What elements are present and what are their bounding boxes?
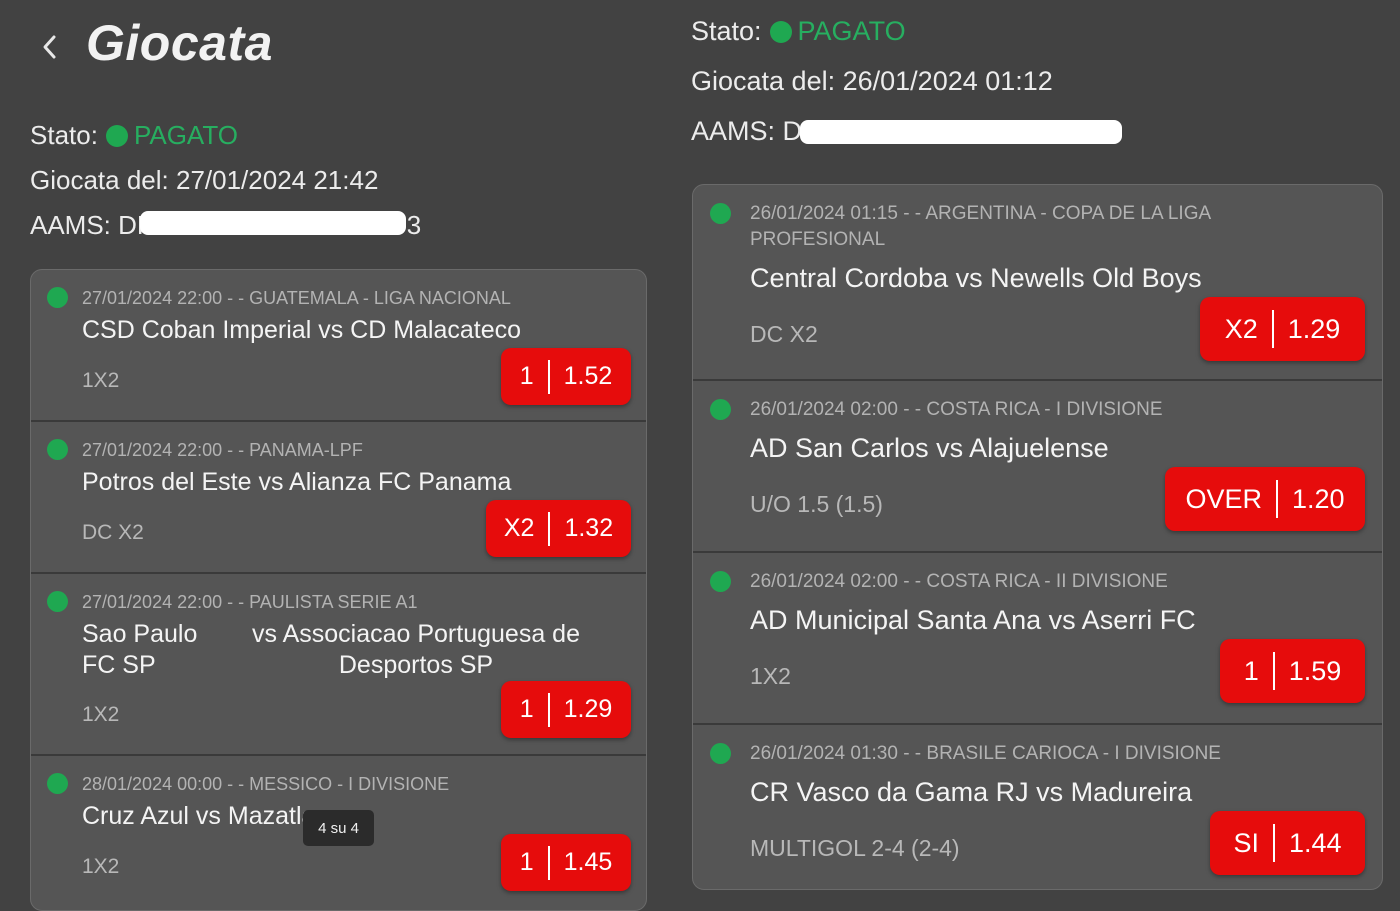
bet-card[interactable]: 27/01/2024 22:00 - - GUATEMALA - LIGA NA…	[31, 270, 646, 422]
market-label: MULTIGOL 2-4 (2-4)	[750, 835, 960, 861]
odd-button[interactable]: SI 1.44	[1210, 811, 1365, 875]
match-name: AD San Carlos vs Alajuelense	[750, 433, 1109, 463]
market-label: 1X2	[82, 369, 120, 392]
pick-label: 1	[519, 695, 534, 723]
match-name: Cruz Azul vs Mazatlan	[82, 802, 330, 830]
odd-separator	[548, 511, 551, 546]
bet-card[interactable]: 26/01/2024 02:00 - - COSTA RICA - I DIVI…	[693, 381, 1382, 553]
odd-button[interactable]: 1 1.59	[1220, 639, 1365, 703]
odd-separator	[547, 845, 550, 880]
odd-separator	[1272, 824, 1275, 862]
bet-date-value: 27/01/2024 21:42	[175, 165, 379, 195]
match-name: CR Vasco da Gama RJ vs Madureira	[750, 777, 1193, 807]
market-label: 1X2	[750, 663, 791, 689]
event-meta: 27/01/2024 22:00 - - PAULISTA SERIE A1	[82, 592, 418, 612]
odd-button[interactable]: OVER 1.20	[1165, 467, 1365, 531]
odd-separator	[547, 359, 550, 394]
away-team: vs Associacao Portuguesa de Desportos SP	[252, 620, 580, 679]
match-name: AD Municipal Santa Ana vs Aserri FC	[750, 605, 1196, 635]
status-label: Stato:	[30, 120, 98, 150]
status-label: Stato:	[691, 16, 762, 46]
status-dot-icon	[105, 125, 128, 147]
bet-card[interactable]: 26/01/2024 02:00 - - COSTA RICA - II DIV…	[693, 553, 1382, 725]
odd-value: 1.29	[1287, 313, 1341, 344]
status-dot-icon	[769, 21, 792, 43]
status-line: Stato: PAGATO	[30, 120, 238, 151]
odd-value: 1.44	[1288, 827, 1342, 858]
chevron-left-icon	[43, 35, 56, 59]
pick-label: OVER	[1185, 483, 1262, 514]
event-status-dot-icon	[710, 399, 731, 420]
odd-value: 1.52	[563, 362, 613, 390]
event-meta: 26/01/2024 01:30 - - BRASILE CARIOCA - I…	[750, 743, 1221, 764]
odd-button[interactable]: 1 1.45	[501, 834, 631, 891]
event-status-dot-icon	[47, 439, 68, 460]
bet-card[interactable]: 26/01/2024 01:30 - - BRASILE CARIOCA - I…	[693, 725, 1382, 889]
market-label: DC X2	[750, 321, 818, 347]
event-meta: 26/01/2024 02:00 - - COSTA RICA - II DIV…	[750, 571, 1168, 592]
bet-date-line: Giocata del: 26/01/2024 01:12	[691, 66, 1053, 97]
event-meta: 26/01/2024 02:00 - - COSTA RICA - I DIVI…	[750, 399, 1163, 420]
pick-label: 1	[1243, 655, 1259, 686]
event-meta: 27/01/2024 22:00 - - PANAMA-LPF	[82, 440, 363, 460]
odd-separator	[1272, 652, 1275, 690]
event-meta: 28/01/2024 00:00 - - MESSICO - I DIVISIO…	[82, 774, 450, 794]
back-button[interactable]	[38, 30, 68, 64]
bet-date-value: 26/01/2024 01:12	[842, 66, 1053, 96]
pick-label: SI	[1233, 827, 1259, 858]
pick-label: 1	[519, 362, 534, 390]
aams-label: AAMS:	[30, 210, 111, 240]
bet-list: 26/01/2024 01:15 - - ARGENTINA - COPA DE…	[692, 184, 1383, 890]
match-name: CSD Coban Imperial vs CD Malacateco	[82, 316, 522, 344]
match-name: Central Cordoba vs Newells Old Boys	[750, 263, 1202, 293]
left-bet-panel: Giocata Stato: PAGATO Giocata del: 27/01/…	[0, 0, 680, 911]
odd-value: 1.59	[1288, 655, 1342, 686]
odd-value: 1.20	[1291, 483, 1345, 514]
market-label: U/O 1.5 (1.5)	[750, 491, 883, 517]
bet-card[interactable]: 27/01/2024 22:00 - - PANAMA-LPF Potros d…	[31, 422, 646, 574]
odd-separator	[547, 692, 550, 727]
odd-button[interactable]: 1 1.52	[501, 348, 631, 405]
pick-label: X2	[1224, 313, 1258, 344]
event-meta: 26/01/2024 01:15 - - ARGENTINA - COPA DE…	[750, 203, 1211, 250]
event-status-dot-icon	[47, 287, 68, 308]
status-line: Stato: PAGATO	[691, 16, 906, 47]
page-indicator: 4 su 4	[303, 810, 374, 846]
odd-button[interactable]: X2 1.32	[486, 500, 631, 557]
market-label: 1X2	[82, 703, 120, 726]
bet-date-label: Giocata del:	[30, 165, 169, 195]
status-badge: PAGATO	[797, 16, 906, 46]
event-status-dot-icon	[710, 743, 731, 764]
odd-value: 1.32	[564, 514, 614, 542]
pick-label: 1	[519, 848, 534, 876]
bet-date-label: Giocata del:	[691, 66, 836, 96]
status-badge: PAGATO	[133, 120, 238, 150]
odd-value: 1.45	[563, 848, 613, 876]
odd-button[interactable]: X2 1.29	[1200, 297, 1365, 361]
aams-line: AAMS: D	[691, 116, 802, 147]
odd-separator	[1271, 310, 1274, 348]
odd-separator	[1275, 480, 1278, 518]
match-name: Potros del Este vs Alianza FC Panama	[82, 468, 512, 496]
bet-card[interactable]: 27/01/2024 22:00 - - PAULISTA SERIE A1 S…	[31, 574, 646, 756]
pick-label: X2	[503, 514, 535, 542]
market-label: DC X2	[82, 521, 144, 544]
right-bet-panel: Stato: PAGATO Giocata del: 26/01/2024 01:…	[680, 0, 1400, 897]
event-status-dot-icon	[47, 773, 68, 794]
home-team: Sao Paulo FC SP	[82, 620, 198, 679]
event-status-dot-icon	[710, 571, 731, 592]
redaction-mark	[140, 211, 406, 235]
event-meta: 27/01/2024 22:00 - - GUATEMALA - LIGA NA…	[82, 288, 511, 308]
odd-value: 1.29	[563, 695, 613, 723]
bet-card[interactable]: 26/01/2024 01:15 - - ARGENTINA - COPA DE…	[693, 185, 1382, 381]
bet-date-line: Giocata del: 27/01/2024 21:42	[30, 165, 378, 196]
odd-button[interactable]: 1 1.29	[501, 681, 631, 738]
page-title: Giocata	[86, 15, 273, 71]
market-label: 1X2	[82, 855, 120, 878]
event-status-dot-icon	[47, 591, 68, 612]
redaction-mark	[800, 120, 1122, 144]
aams-label: AAMS:	[691, 116, 776, 146]
event-status-dot-icon	[710, 203, 731, 224]
